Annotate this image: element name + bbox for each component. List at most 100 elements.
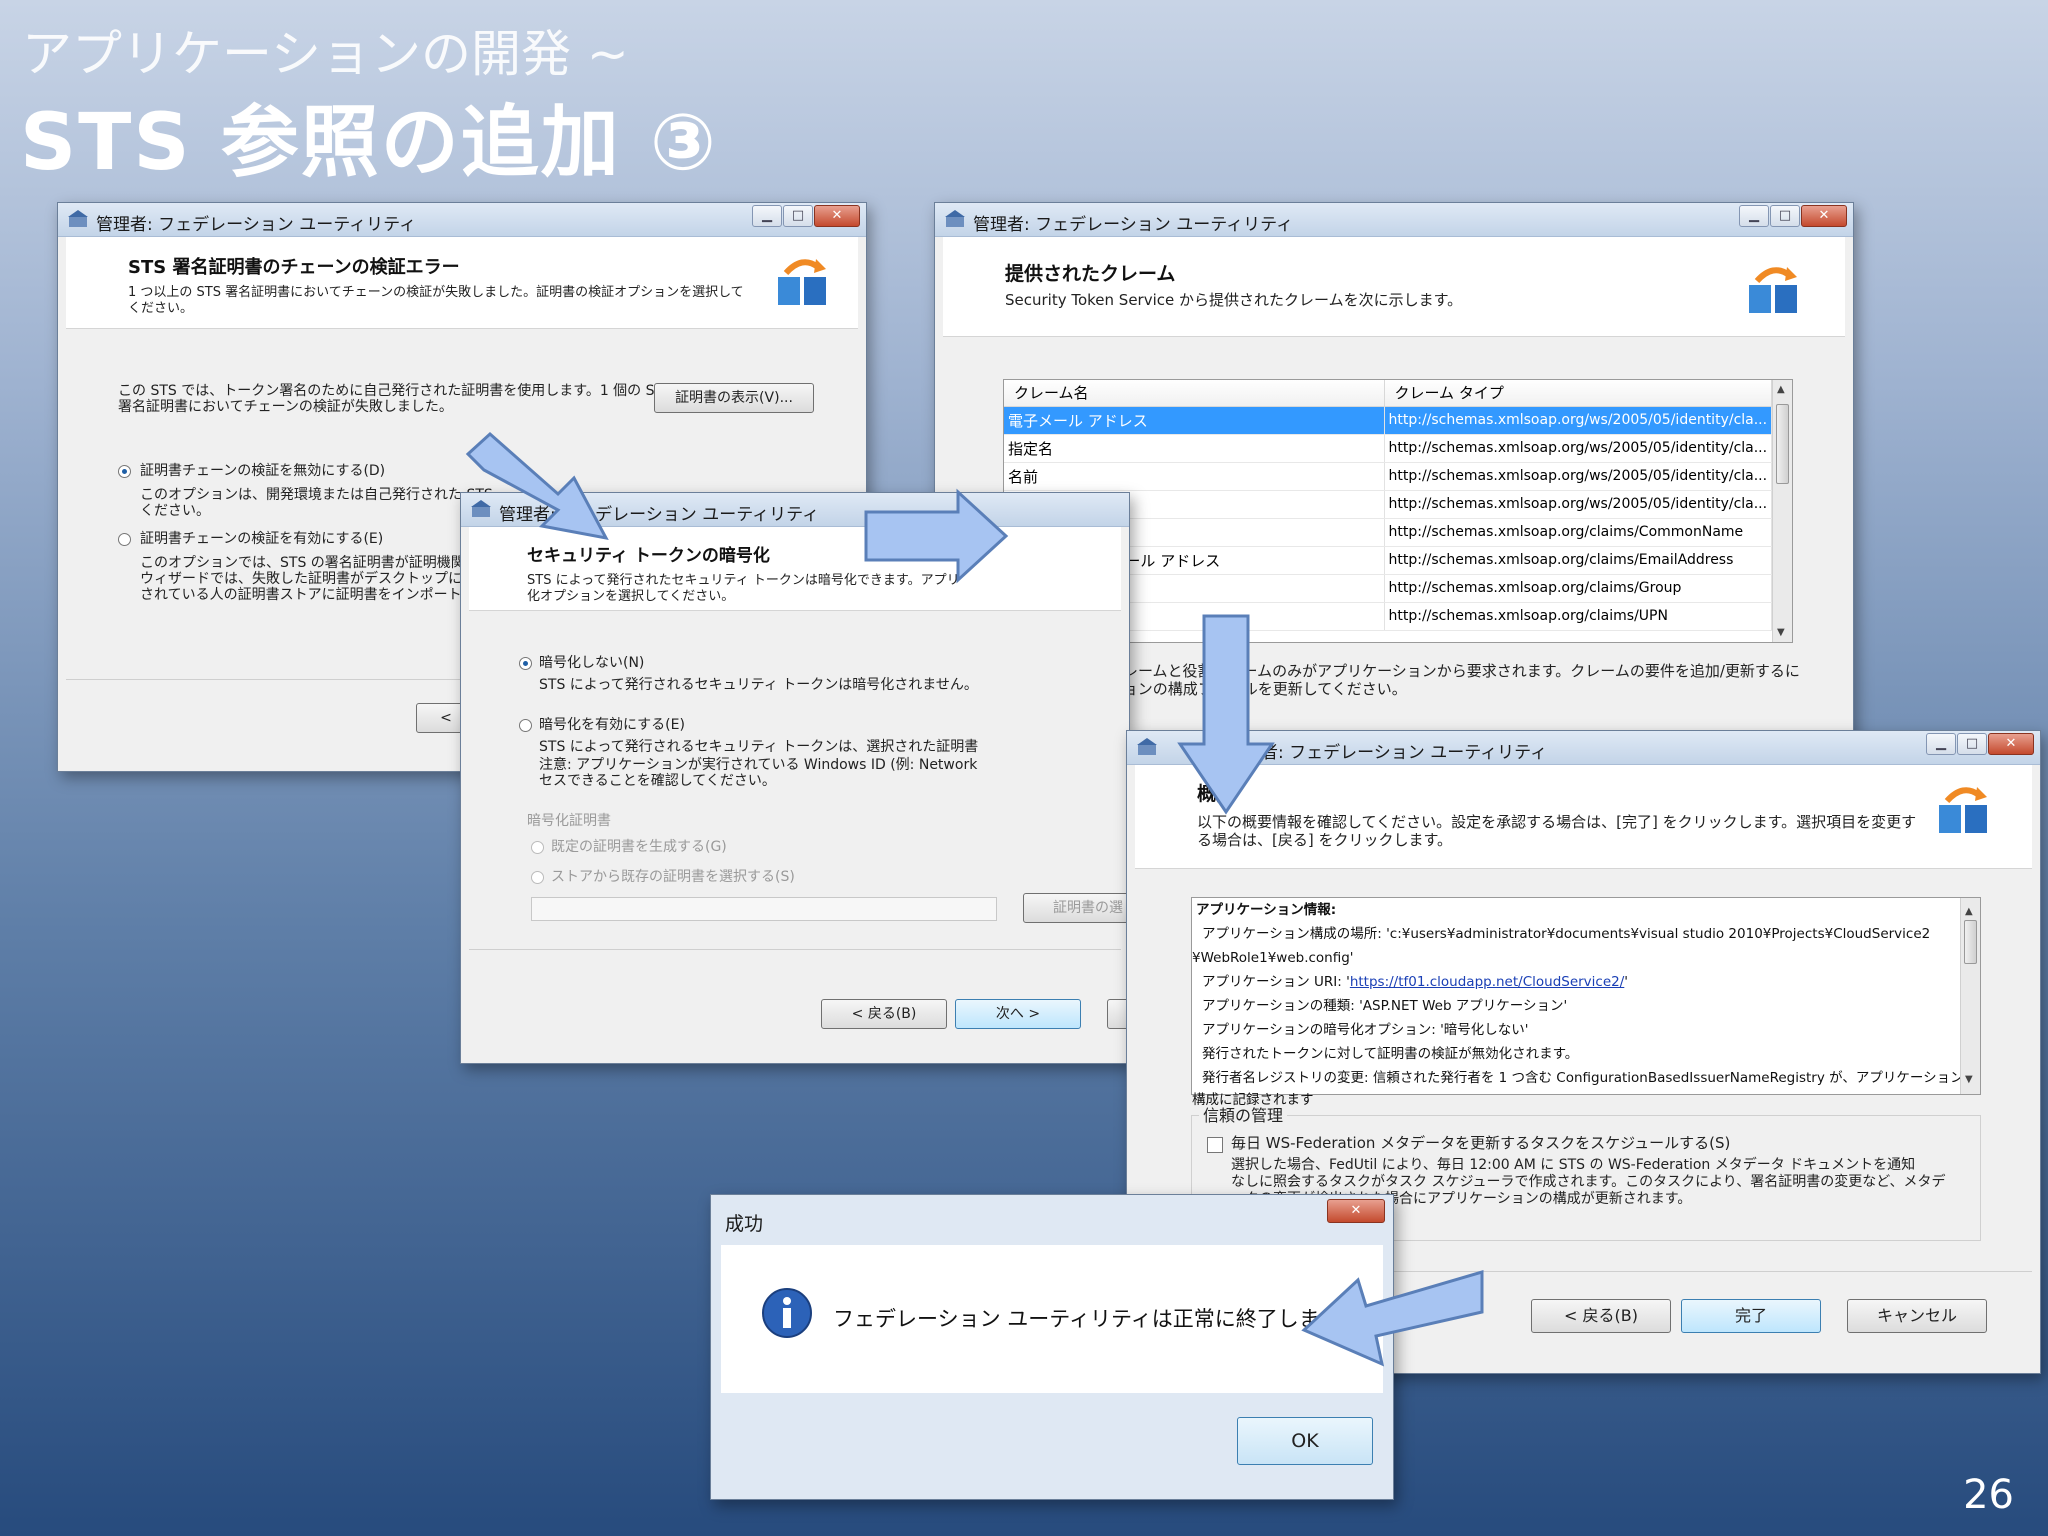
disable-desc-line1: このオプションは、開発環境または自己発行された STS (140, 487, 493, 503)
maximize-icon[interactable]: □ (783, 205, 813, 227)
claim-type: http://schemas.xmlsoap.org/ws/2005/05/id… (1384, 406, 1772, 435)
select-cert-button: 証明書の選 (1023, 893, 1129, 923)
close-icon[interactable]: ✕ (1801, 205, 1847, 227)
scroll-up-icon[interactable]: ▲ (1777, 384, 1785, 395)
summary-app-type: アプリケーションの種類: 'ASP.NET Web アプリケーション' (1202, 998, 1568, 1014)
info-icon (762, 1288, 812, 1338)
table-row[interactable]: 名前 http://schemas.xmlsoap.org/ws/2005/05/… (1004, 462, 1772, 491)
body-line1: この STS では、トークン署名のために自己発行された証明書を使用します。1 個… (118, 383, 672, 399)
wizard-header: STS 署名証明書のチェーンの検証エラー 1 つ以上の STS 署名証明書におい… (66, 237, 858, 329)
generate-cert-label: 既定の証明書を生成する(G) (551, 839, 727, 855)
enable-desc-line2: ウィザードでは、失敗した証明書がデスクトップに配置さ (140, 571, 504, 587)
federation-logo-icon (778, 259, 826, 305)
header-desc-line2: 化オプションを選択してください。 (527, 589, 735, 604)
select-store-cert-label: ストアから既存の証明書を選択する(S) (551, 869, 795, 885)
claim-type: http://schemas.xmlsoap.org/ws/2005/05/id… (1384, 434, 1772, 463)
footer-divider (469, 949, 1121, 950)
header-desc-line1: 1 つ以上の STS 署名証明書においてチェーンの検証が失敗しました。証明書の検… (128, 285, 744, 300)
no-encryption-radio[interactable] (519, 657, 532, 670)
federation-logo-icon (1749, 267, 1797, 313)
enable-encryption-desc-line1: STS によって発行されるセキュリティ トークンは、選択された証明書 (539, 739, 979, 755)
scroll-down-icon[interactable]: ▼ (1965, 1068, 1973, 1092)
summary-scrollbar[interactable]: ▲ ▼ (1960, 898, 1980, 1094)
trust-management-label: 信頼の管理 (1199, 1107, 1288, 1124)
claim-type: http://schemas.xmlsoap.org/claims/Group (1384, 574, 1772, 603)
app-uri-link[interactable]: https://tf01.cloudapp.net/CloudService2/ (1350, 974, 1624, 990)
summary-issuer-registry: 発行者名レジストリの変更: 信頼された発行者を 1 つ含む Configurat… (1202, 1070, 1978, 1086)
back-button[interactable]: < 戻る(B) (821, 999, 947, 1029)
claim-type: http://schemas.xmlsoap.org/claims/EmailA… (1384, 546, 1772, 575)
summary-cert-validation: 発行されたトークンに対して証明書の検証が無効化されます。 (1202, 1046, 1579, 1062)
back-button[interactable]: < 戻る(B) (1531, 1299, 1671, 1333)
summary-encryption: アプリケーションの暗号化オプション: '暗号化しない' (1202, 1022, 1529, 1038)
maximize-icon[interactable]: □ (1957, 733, 1987, 755)
disable-chain-validation-radio[interactable] (118, 465, 131, 478)
minimize-icon[interactable]: ▁ (1926, 733, 1956, 755)
success-content: フェデレーション ユーティリティは正常に終了しました (721, 1245, 1383, 1393)
success-dialog: 成功 ✕ フェデレーション ユーティリティは正常に終了しました OK (710, 1194, 1394, 1500)
claim-type: http://schemas.xmlsoap.org/ws/2005/05/id… (1384, 462, 1772, 491)
encryption-cert-group-label: 暗号化証明書 (527, 813, 611, 829)
federation-logo-icon (1939, 787, 1987, 833)
header-desc-line2: ください。 (128, 301, 194, 316)
schedule-metadata-label[interactable]: 毎日 WS-Federation メタデータを更新するタスクをスケジュールする(… (1231, 1135, 1730, 1152)
maximize-icon[interactable]: □ (1770, 205, 1800, 227)
enable-encryption-radio[interactable] (519, 719, 532, 732)
close-icon[interactable]: ✕ (1988, 733, 2034, 755)
header-title: STS 署名証明書のチェーンの検証エラー (128, 257, 460, 278)
enable-desc-line3: されている人の証明書ストアに証明書をインポートしてく (140, 587, 503, 603)
cert-path-input (531, 897, 997, 921)
generate-cert-radio (531, 841, 544, 854)
arrow-left-icon (1301, 1269, 1484, 1367)
arrow-down-right-icon (465, 431, 609, 541)
scroll-down-icon[interactable]: ▼ (1777, 627, 1785, 638)
cancel-button[interactable]: キャンセル (1847, 1299, 1987, 1333)
claim-name: 名前 (1004, 462, 1385, 491)
enable-encryption-desc-line3: セスできることを確認してください。 (539, 773, 776, 789)
column-header-claim-type[interactable]: クレーム タイプ (1384, 380, 1772, 407)
claim-type: http://schemas.xmlsoap.org/ws/2005/05/id… (1384, 490, 1772, 519)
claim-name: 電子メール アドレス (1004, 406, 1385, 435)
schedule-metadata-checkbox[interactable] (1207, 1137, 1223, 1153)
claims-header-row: クレーム名 クレーム タイプ (1004, 380, 1772, 407)
scroll-thumb[interactable] (1964, 920, 1977, 964)
enable-encryption-desc-line2: 注意: アプリケーションが実行されている Windows ID (例: Netw… (539, 757, 978, 773)
summary-app-uri: アプリケーション URI: 'https://tf01.cloudapp.net… (1202, 970, 1628, 994)
disable-desc-line2: ください。 (140, 503, 210, 519)
ok-button[interactable]: OK (1237, 1417, 1373, 1465)
no-encryption-label[interactable]: 暗号化しない(N) (539, 655, 644, 672)
claims-scrollbar[interactable]: ▲ ▼ (1772, 380, 1792, 642)
view-certificate-button[interactable]: 証明書の表示(V)... (654, 383, 814, 413)
minimize-icon[interactable]: ▁ (1739, 205, 1769, 227)
close-icon[interactable]: ✕ (814, 205, 860, 227)
close-icon[interactable]: ✕ (1327, 1199, 1385, 1223)
window-title: 管理者: フェデレーション ユーティリティ (973, 215, 1294, 235)
next-button[interactable]: 次へ > (955, 999, 1081, 1029)
enable-encryption-label[interactable]: 暗号化を有効にする(E) (539, 717, 685, 734)
enable-desc-line1: このオプションでは、STS の署名証明書が証明機関 (CA (140, 555, 495, 571)
title-bar[interactable]: 管理者: フェデレーション ユーティリティ ▁ □ ✕ (58, 203, 866, 237)
uri-label: アプリケーション URI: ' (1202, 974, 1350, 990)
table-row[interactable]: 電子メール アドレス http://schemas.xmlsoap.org/ws/… (1004, 406, 1772, 435)
table-row[interactable]: 指定名 http://schemas.xmlsoap.org/ws/2005/05… (1004, 434, 1772, 463)
summary-textbox[interactable]: アプリケーション情報: アプリケーション構成の場所: 'c:¥users¥adm… (1191, 897, 1981, 1108)
success-title-bar[interactable]: 成功 ✕ (711, 1195, 1393, 1243)
success-message: フェデレーション ユーティリティは正常に終了しました (833, 1307, 1362, 1331)
scroll-thumb[interactable] (1776, 404, 1789, 484)
page-number: 26 (1963, 1472, 2014, 1518)
enable-chain-validation-radio[interactable] (118, 533, 131, 546)
enable-chain-validation-label[interactable]: 証明書チェーンの検証を有効にする(E) (140, 531, 383, 548)
disable-chain-validation-label[interactable]: 証明書チェーンの検証を無効にする(D) (140, 463, 385, 480)
claim-name: 指定名 (1004, 434, 1385, 463)
column-header-claim-name[interactable]: クレーム名 (1004, 380, 1385, 407)
slide-subtitle: アプリケーションの開発 ~ (22, 25, 629, 83)
finish-button[interactable]: 完了 (1681, 1299, 1821, 1333)
claim-type: http://schemas.xmlsoap.org/claims/Common… (1384, 518, 1772, 547)
federation-app-icon (1137, 738, 1157, 755)
title-bar[interactable]: 管理者: フェデレーション ユーティリティ ▁ □ ✕ (935, 203, 1853, 237)
body-line2: 署名証明書においてチェーンの検証が失敗しました。 (118, 399, 453, 415)
arrow-down-icon (1177, 614, 1275, 815)
minimize-icon[interactable]: ▁ (752, 205, 782, 227)
federation-app-icon (68, 210, 88, 227)
summary-config-location: アプリケーション構成の場所: 'c:¥users¥administrator¥d… (1202, 926, 1931, 942)
